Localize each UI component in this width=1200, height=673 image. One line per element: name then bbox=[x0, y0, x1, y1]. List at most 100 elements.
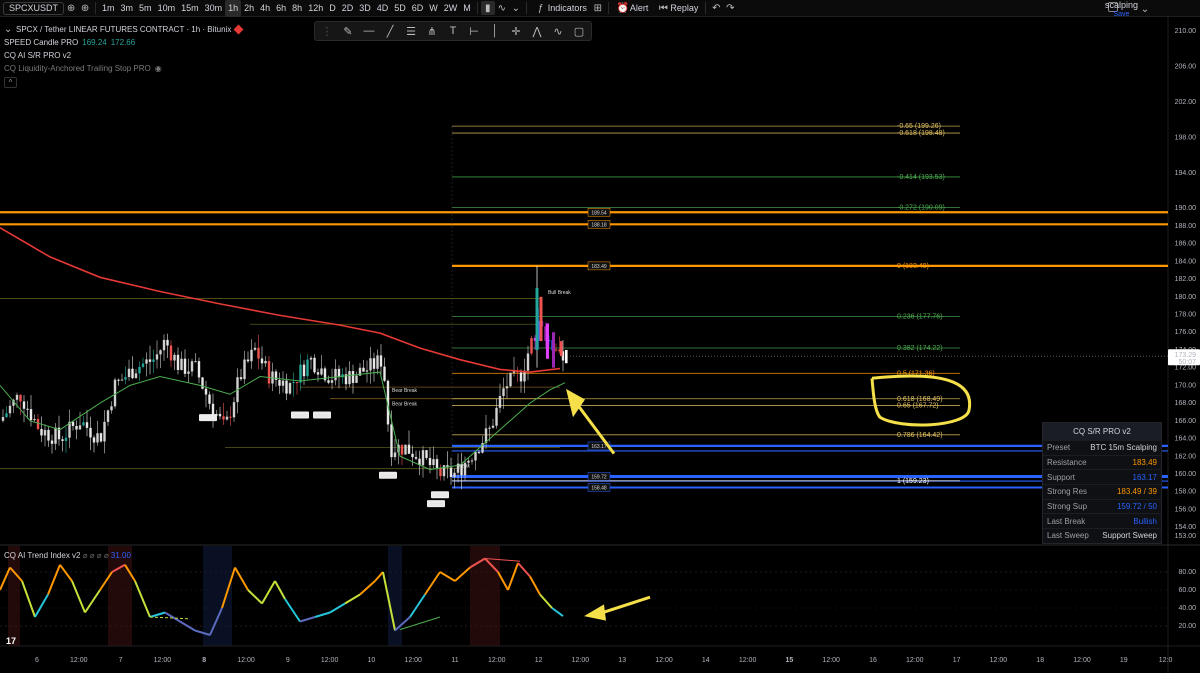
fib-retracement-icon[interactable]: ☰ bbox=[402, 23, 420, 39]
oscillator-tick-label: 40.00 bbox=[1178, 605, 1196, 612]
timeframe-8h[interactable]: 8h bbox=[289, 0, 305, 17]
legend-indicator-3[interactable]: CQ Liquidity-Anchored Trailing Stop PRO … bbox=[4, 62, 242, 75]
candle-body bbox=[393, 452, 397, 458]
pattern-icon[interactable]: ⋀ bbox=[528, 23, 546, 39]
indicator-value: 169.24 bbox=[82, 38, 107, 47]
timeframe-2W[interactable]: 2W bbox=[441, 0, 461, 17]
timeframe-D[interactable]: D bbox=[326, 0, 339, 17]
oscillator-value: 31.00 bbox=[110, 551, 131, 560]
info-value: 183.49 / 39 bbox=[1116, 487, 1157, 497]
rectangle-icon[interactable]: ▢ bbox=[570, 23, 588, 39]
pitchfork-icon[interactable]: ⋔ bbox=[423, 23, 441, 39]
indicator-name: SPEED Candle PRO bbox=[4, 38, 79, 47]
chart-area[interactable]: 210.00 206.00 202.00 198.00 194.00 190.00 188.… bbox=[0, 17, 1200, 673]
horizontal-line-icon[interactable]: — bbox=[360, 23, 378, 39]
info-value: Bullish bbox=[1133, 516, 1157, 526]
moving-average-line bbox=[0, 226, 561, 373]
timeframe-4h[interactable]: 4h bbox=[257, 0, 273, 17]
tradingview-logo[interactable]: 17 bbox=[6, 636, 24, 646]
timeframe-6h[interactable]: 6h bbox=[273, 0, 289, 17]
symbol-search[interactable]: SPCXUSDT bbox=[3, 1, 65, 15]
timeframe-2D[interactable]: 2D bbox=[339, 0, 357, 17]
chart-legend: ⌄ SPCX / Tether LINEAR FUTURES CONTRACT … bbox=[4, 22, 244, 88]
chevron-down-icon[interactable]: ⌄ bbox=[4, 22, 12, 36]
compare-icon[interactable]: ⊕ bbox=[78, 1, 92, 15]
redo-icon[interactable]: ↷ bbox=[723, 1, 737, 15]
timeframe-4D[interactable]: 4D bbox=[374, 0, 392, 17]
candle-body bbox=[428, 458, 432, 466]
candle-body bbox=[316, 372, 320, 375]
drag-handle-icon[interactable]: ⋮ bbox=[318, 23, 336, 39]
replay-icon: ⏮ bbox=[658, 2, 668, 14]
time-axis-label: 12:00 bbox=[237, 657, 255, 664]
sweep-tag-text: Sweep bbox=[292, 413, 308, 419]
time-axis-label: 12:00 bbox=[906, 657, 924, 664]
timeframe-2h[interactable]: 2h bbox=[241, 0, 257, 17]
indicators-button[interactable]: ƒ Indicators bbox=[530, 0, 591, 17]
info-value: 163.17 bbox=[1132, 472, 1157, 482]
alert-button[interactable]: ⏰ Alert bbox=[612, 0, 653, 17]
text-icon[interactable]: T bbox=[444, 23, 462, 39]
chevron-down-icon[interactable]: ⌄ bbox=[1138, 2, 1152, 16]
time-axis-label: 6 bbox=[35, 657, 39, 664]
candle-body bbox=[330, 380, 334, 383]
candle-body bbox=[546, 323, 549, 359]
timeframe-3D[interactable]: 3D bbox=[356, 0, 374, 17]
candle-body bbox=[33, 419, 36, 421]
replay-button[interactable]: ⏮ Replay bbox=[652, 0, 702, 17]
templates-icon[interactable]: ⊞ bbox=[591, 1, 605, 15]
timeframe-30m[interactable]: 30m bbox=[202, 0, 226, 17]
candle-body bbox=[89, 427, 92, 438]
legend-indicator-2[interactable]: CQ AI S/R PRO v2 bbox=[4, 49, 242, 62]
timeframe-12h[interactable]: 12h bbox=[305, 0, 326, 17]
toolbar-divider bbox=[705, 2, 707, 14]
zigzag-icon[interactable]: ∿ bbox=[549, 23, 567, 39]
timeframe-W[interactable]: W bbox=[426, 0, 441, 17]
price-tick-label: 186.00 bbox=[1175, 241, 1197, 248]
candle-body bbox=[539, 296, 543, 342]
timeframe-1m[interactable]: 1m bbox=[99, 0, 118, 17]
candle-body bbox=[239, 377, 243, 380]
oscillator-segment bbox=[299, 616, 316, 623]
candle-body bbox=[519, 372, 523, 382]
candles-icon[interactable]: ▮ bbox=[480, 1, 495, 15]
candle-body bbox=[414, 457, 418, 459]
trend-line-icon[interactable]: ╱ bbox=[381, 23, 399, 39]
candle-body bbox=[488, 427, 491, 429]
timeframe-15m[interactable]: 15m bbox=[178, 0, 202, 17]
candle-body bbox=[320, 368, 323, 375]
timeframe-M[interactable]: M bbox=[460, 0, 474, 17]
range-icon[interactable]: ⊢ bbox=[465, 23, 483, 39]
timeframe-3m[interactable]: 3m bbox=[118, 0, 137, 17]
vertical-line-icon[interactable]: │ bbox=[486, 23, 504, 39]
crosshair-icon[interactable]: ✛ bbox=[507, 23, 525, 39]
time-axis-label: 12:00 bbox=[70, 657, 88, 664]
timeframe-5D[interactable]: 5D bbox=[391, 0, 409, 17]
candle-body bbox=[421, 450, 425, 466]
timeframe-6D[interactable]: 6D bbox=[409, 0, 427, 17]
chevron-down-icon[interactable]: ⌄ bbox=[509, 1, 523, 15]
candle-body bbox=[470, 460, 474, 462]
brush-icon[interactable]: ✎ bbox=[339, 23, 357, 39]
timeframe-10m[interactable]: 10m bbox=[155, 0, 179, 17]
add-symbol-icon[interactable]: ⊕ bbox=[64, 1, 78, 15]
oscillator-segment bbox=[59, 564, 73, 582]
candle-body bbox=[120, 379, 124, 381]
collapse-legend-button[interactable]: ^ bbox=[4, 77, 17, 88]
eye-icon[interactable]: ◉ bbox=[155, 62, 162, 75]
oscillator-legend[interactable]: CQ AI Trend Index v2 ⌀ ⌀ ⌀ ⌀ 31.00 bbox=[4, 551, 131, 560]
candle-body bbox=[82, 422, 85, 426]
price-tick-label: 194.00 bbox=[1175, 170, 1197, 177]
candle-body bbox=[334, 368, 337, 381]
chart-canvas[interactable]: 210.00 206.00 202.00 198.00 194.00 190.00 188.… bbox=[0, 17, 1200, 673]
legend-indicator-1[interactable]: SPEED Candle PRO 169.24 172.66 bbox=[4, 36, 242, 49]
oscillator-settings-icon[interactable]: ⌀ ⌀ ⌀ ⌀ bbox=[83, 551, 109, 560]
timeframe-1h[interactable]: 1h bbox=[225, 0, 242, 17]
line-chart-icon[interactable]: ∿ bbox=[495, 1, 509, 15]
candle-body bbox=[299, 364, 302, 383]
candle-body bbox=[474, 452, 477, 461]
candle-body bbox=[411, 453, 414, 458]
arrow-annotation bbox=[599, 595, 651, 615]
undo-icon[interactable]: ↶ bbox=[709, 1, 723, 15]
timeframe-5m[interactable]: 5m bbox=[136, 0, 155, 17]
